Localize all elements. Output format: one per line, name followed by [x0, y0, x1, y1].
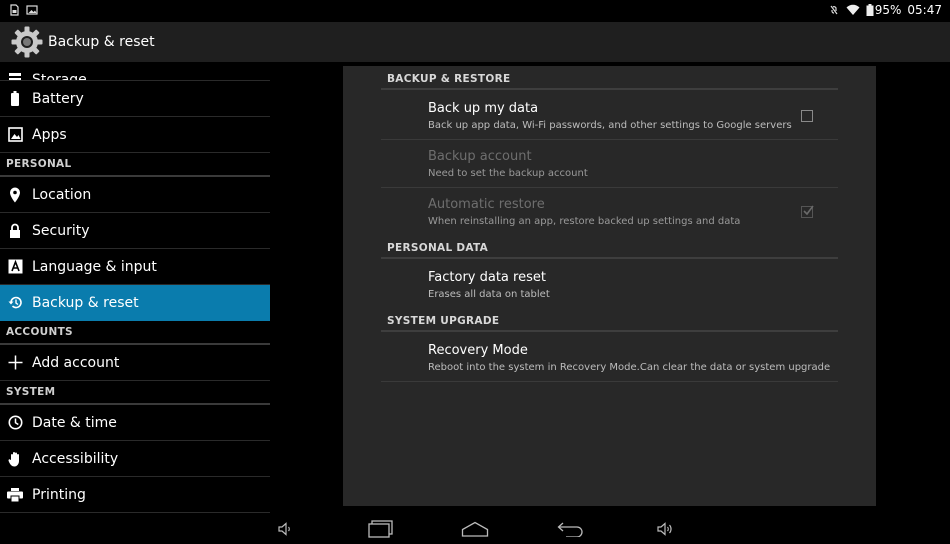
image-notification-icon: [26, 5, 38, 15]
automatic-restore-checkbox[interactable]: [801, 205, 814, 218]
sidebar-item-label: Accessibility: [32, 450, 119, 467]
printer-icon: [7, 487, 23, 503]
volume-down-icon[interactable]: [276, 519, 294, 539]
sidebar-item-apps[interactable]: Apps: [0, 117, 270, 153]
checkmark-icon: [803, 205, 814, 216]
sidebar-item-accessibility[interactable]: Accessibility: [0, 441, 270, 477]
pref-summary: Erases all data on tablet: [428, 289, 550, 300]
location-pin-icon: [7, 187, 23, 203]
plus-icon: [7, 355, 23, 371]
pref-title: Automatic restore: [428, 197, 545, 212]
system-nav-bar: [0, 514, 950, 544]
action-bar-title: Backup & reset: [48, 34, 155, 50]
recent-apps-icon[interactable]: [366, 519, 396, 539]
pref-title: Recovery Mode: [428, 343, 528, 358]
pref-summary: Need to set the backup account: [428, 168, 588, 179]
settings-gear-icon[interactable]: [10, 25, 44, 59]
volume-up-icon[interactable]: [655, 519, 675, 539]
sidebar-item-label: Date & time: [32, 414, 117, 431]
keyboard-a-icon: [7, 259, 23, 275]
pref-summary: Reboot into the system in Recovery Mode.…: [428, 362, 831, 373]
sidebar-item-label: Add account: [32, 354, 120, 371]
settings-sidebar: Storage Battery Apps PERSONAL Location S…: [0, 62, 270, 514]
sidebar-item-label: Language & input: [32, 258, 157, 275]
sd-card-icon: [10, 4, 19, 16]
pref-title: Factory data reset: [428, 270, 546, 285]
section-header-personal-data: PERSONAL DATA: [381, 242, 838, 259]
storage-icon: [7, 70, 23, 80]
sidebar-header-system: SYSTEM: [0, 381, 270, 405]
pref-title: Backup account: [428, 149, 532, 164]
section-header-backup-restore: BACKUP & RESTORE: [381, 73, 838, 90]
status-bar: 95% 05:47: [0, 0, 950, 22]
lock-icon: [7, 223, 23, 239]
sidebar-header-accounts: ACCOUNTS: [0, 321, 270, 345]
clock-time: 05:47: [907, 3, 942, 17]
pref-backup-account[interactable]: Backup account Need to set the backup ac…: [381, 140, 838, 188]
battery-icon: [7, 91, 23, 107]
mute-icon: [830, 5, 838, 15]
sidebar-item-security[interactable]: Security: [0, 213, 270, 249]
hand-icon: [7, 451, 23, 467]
pref-summary: When reinstalling an app, restore backed…: [428, 216, 741, 227]
pref-back-up-my-data[interactable]: Back up my data Back up app data, Wi-Fi …: [381, 92, 838, 140]
wifi-icon: [846, 4, 860, 15]
back-up-my-data-checkbox[interactable]: [801, 110, 813, 122]
home-icon[interactable]: [460, 519, 490, 539]
sidebar-item-printing[interactable]: Printing: [0, 477, 270, 513]
pref-title: Back up my data: [428, 101, 539, 116]
section-header-system-upgrade: SYSTEM UPGRADE: [381, 315, 838, 332]
sidebar-item-label: Security: [32, 222, 90, 239]
sidebar-item-label: Printing: [32, 486, 86, 503]
pref-automatic-restore[interactable]: Automatic restore When reinstalling an a…: [381, 188, 838, 236]
pref-recovery-mode[interactable]: Recovery Mode Reboot into the system in …: [381, 334, 838, 382]
apps-icon: [7, 127, 23, 143]
sidebar-item-label: Apps: [32, 126, 67, 143]
sidebar-item-date-time[interactable]: Date & time: [0, 405, 270, 441]
sidebar-item-add-account[interactable]: Add account: [0, 345, 270, 381]
sidebar-item-battery[interactable]: Battery: [0, 81, 270, 117]
sidebar-header-personal: PERSONAL: [0, 153, 270, 177]
sidebar-item-label: Storage: [32, 72, 87, 81]
sidebar-item-backup-reset[interactable]: Backup & reset: [0, 285, 270, 321]
pref-factory-data-reset[interactable]: Factory data reset Erases all data on ta…: [381, 261, 838, 309]
sidebar-item-label: Battery: [32, 90, 84, 107]
pref-summary: Back up app data, Wi-Fi passwords, and o…: [428, 120, 792, 131]
sidebar-item-storage[interactable]: Storage: [0, 62, 270, 81]
backup-reset-panel: BACKUP & RESTORE Back up my data Back up…: [343, 66, 876, 506]
clock-icon: [7, 415, 23, 431]
sidebar-item-label: Backup & reset: [32, 294, 139, 311]
sidebar-item-language-input[interactable]: Language & input: [0, 249, 270, 285]
action-bar: Backup & reset: [0, 22, 950, 62]
sidebar-item-location[interactable]: Location: [0, 177, 270, 213]
sidebar-item-label: Location: [32, 186, 92, 203]
battery-percent: 95%: [874, 3, 902, 17]
backup-restore-icon: [7, 295, 23, 311]
back-icon[interactable]: [555, 519, 585, 539]
battery-icon: [866, 4, 874, 16]
